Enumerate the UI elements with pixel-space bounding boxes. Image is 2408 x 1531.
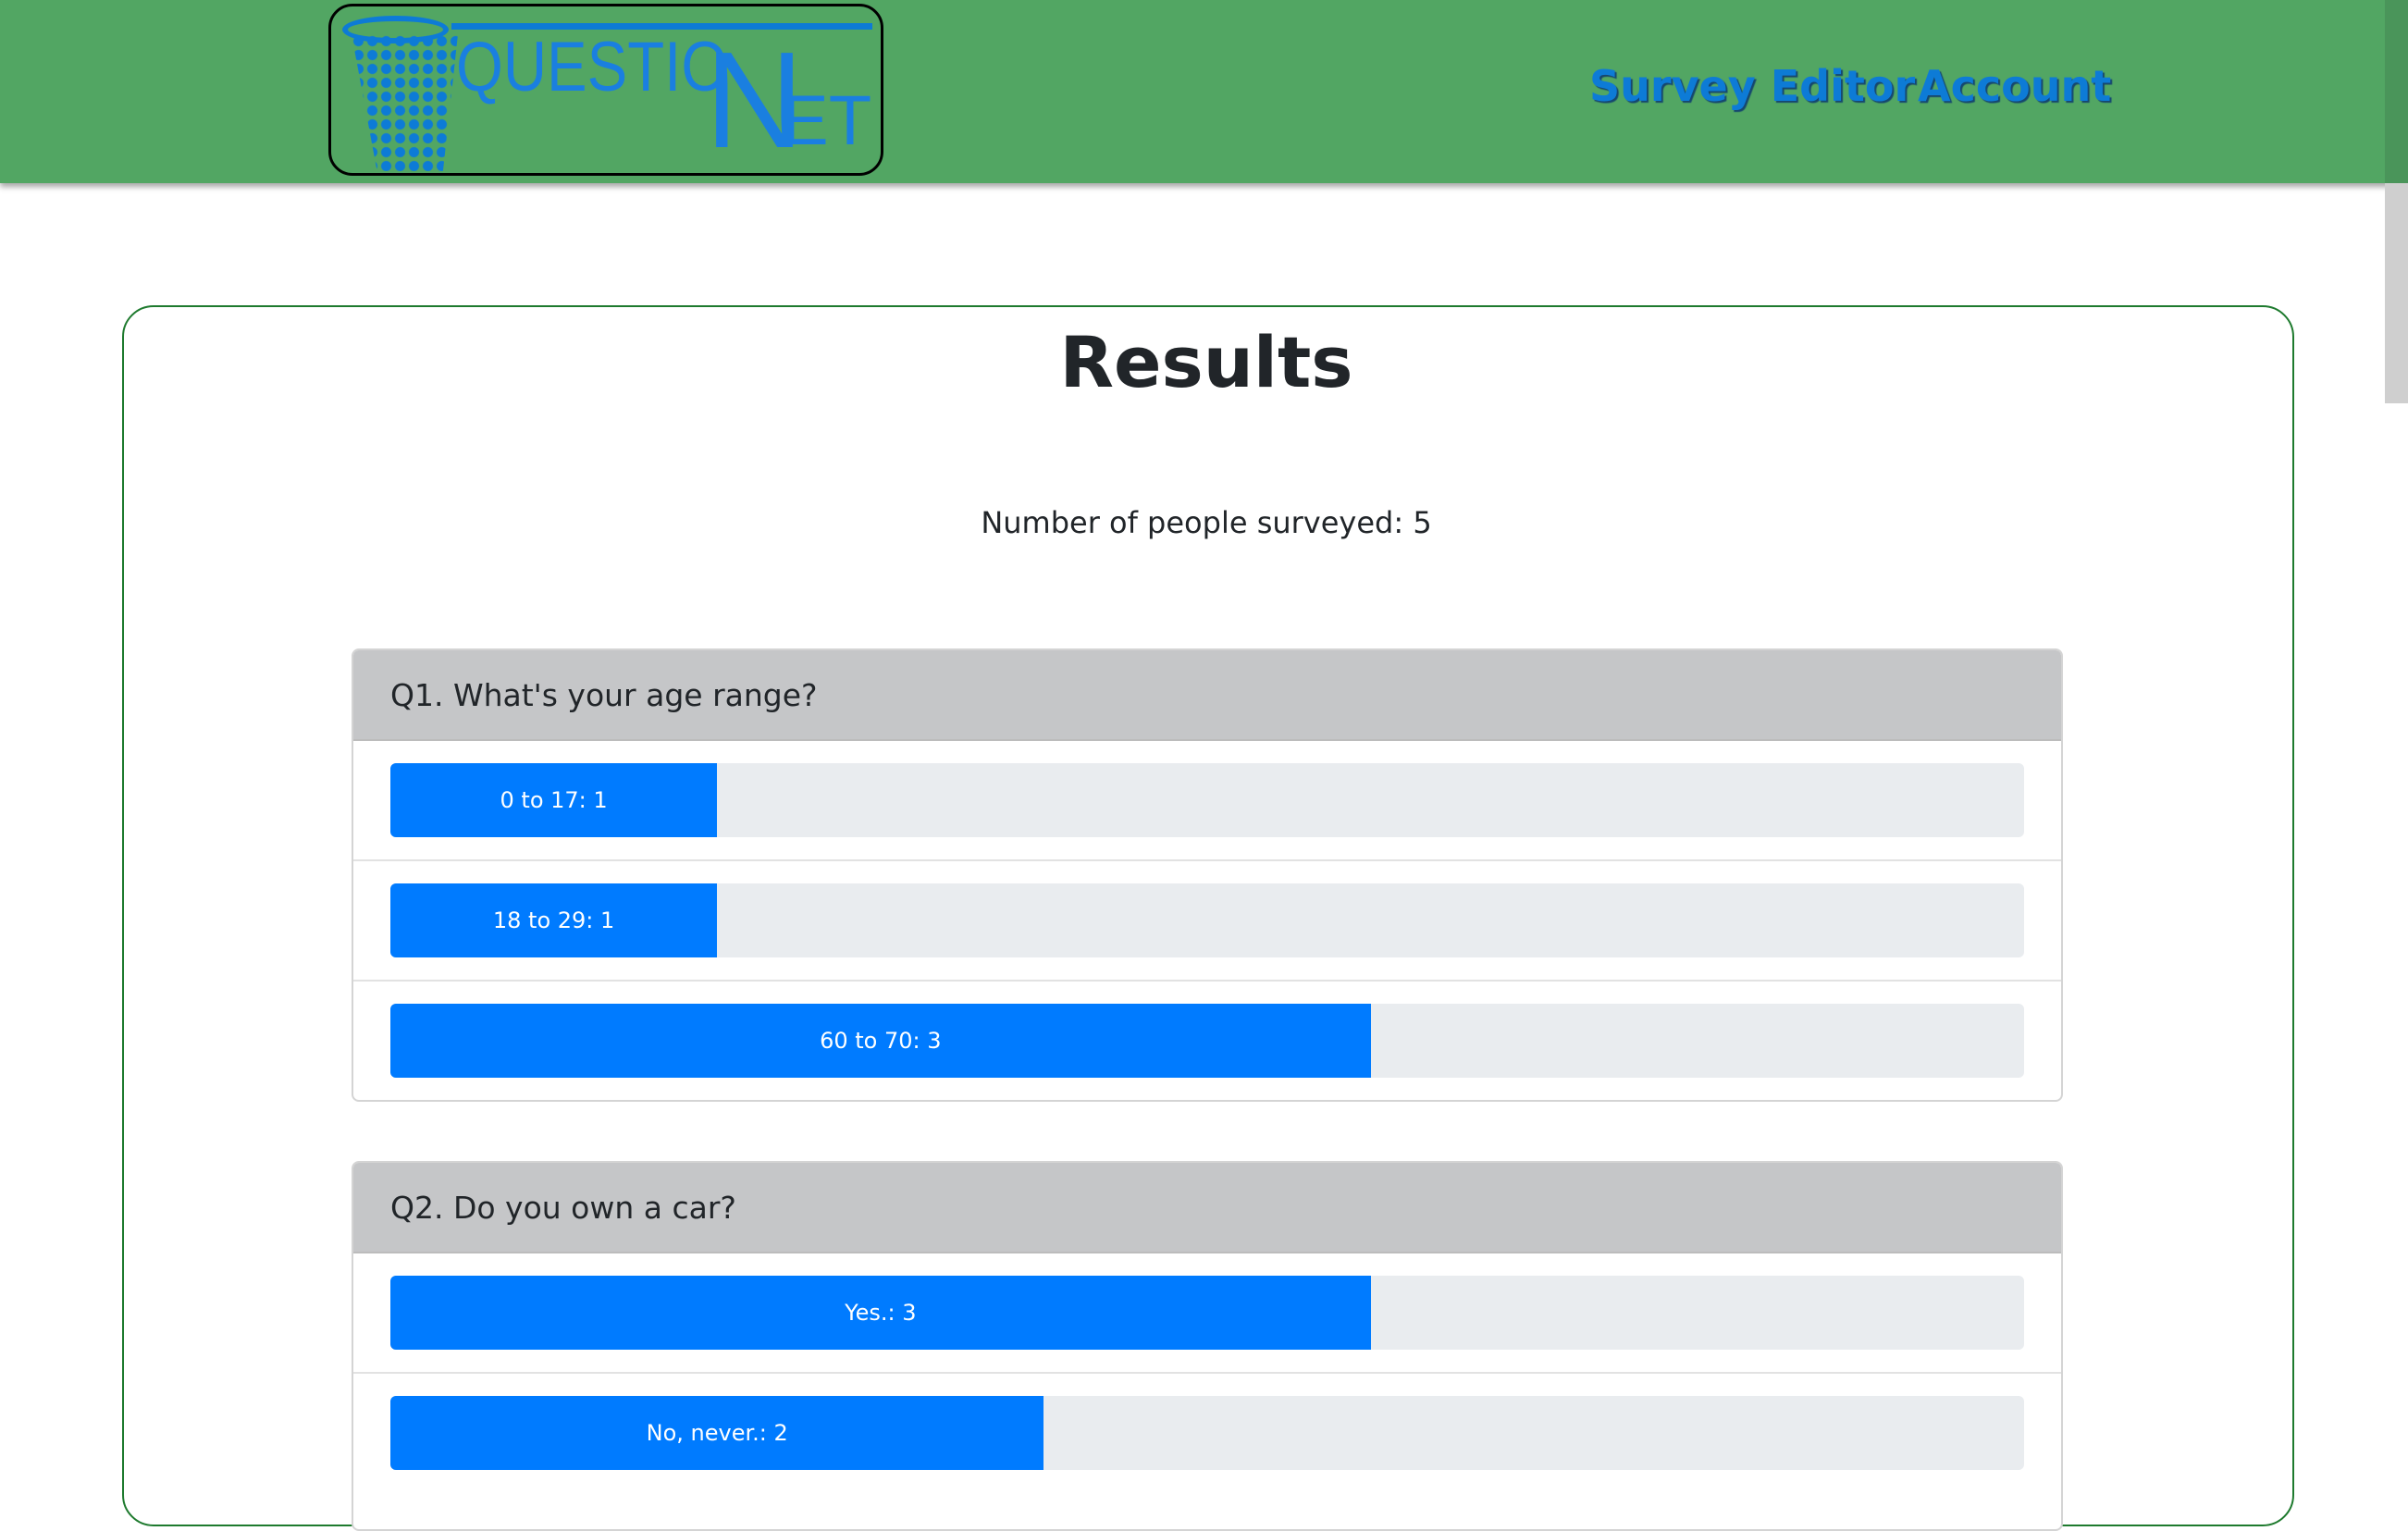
question-panel-q2: Q2. Do you own a car? Yes.: 3 No, never.…: [352, 1161, 2063, 1531]
progress-bar: 18 to 29: 1: [390, 883, 718, 957]
logo-text-question: QUESTIO: [456, 28, 729, 106]
questionnet-logo[interactable]: QUESTIO N ET: [328, 4, 883, 176]
answer-row: 60 to 70: 3: [353, 982, 2061, 1100]
question-title: Q2. Do you own a car?: [353, 1163, 2061, 1253]
logo-text-et: ET: [782, 81, 872, 160]
surveyed-count: Number of people surveyed: 5: [981, 505, 1432, 540]
progress-bar: 0 to 17: 1: [390, 763, 718, 837]
progress-track: 0 to 17: 1: [390, 763, 2024, 837]
answer-row: No, never.: 2: [353, 1374, 2061, 1494]
page-title: Results: [1059, 321, 1353, 403]
progress-track: 18 to 29: 1: [390, 883, 2024, 957]
scrollbar-thumb[interactable]: [2385, 183, 2408, 403]
answer-row: 0 to 17: 1: [353, 741, 2061, 861]
question-panel-q1: Q1. What's your age range? 0 to 17: 1 18…: [352, 648, 2063, 1102]
navbar: QUESTIO N ET Survey Editor Account: [0, 0, 2408, 183]
net-icon: [352, 34, 458, 171]
progress-bar: No, never.: 2: [390, 1396, 1044, 1470]
progress-track: 60 to 70: 3: [390, 1004, 2024, 1078]
progress-bar: 60 to 70: 3: [390, 1004, 1371, 1078]
nav-survey-editor-link[interactable]: Survey Editor: [1589, 61, 1915, 111]
nav-account-link[interactable]: Account: [1918, 61, 2111, 111]
answer-row: Yes.: 3: [353, 1253, 2061, 1374]
progress-bar: Yes.: 3: [390, 1276, 1371, 1350]
scrollbar-header-segment: [2385, 0, 2408, 183]
progress-track: Yes.: 3: [390, 1276, 2024, 1350]
question-title: Q1. What's your age range?: [353, 650, 2061, 741]
answer-row: 18 to 29: 1: [353, 861, 2061, 982]
progress-track: No, never.: 2: [390, 1396, 2024, 1470]
